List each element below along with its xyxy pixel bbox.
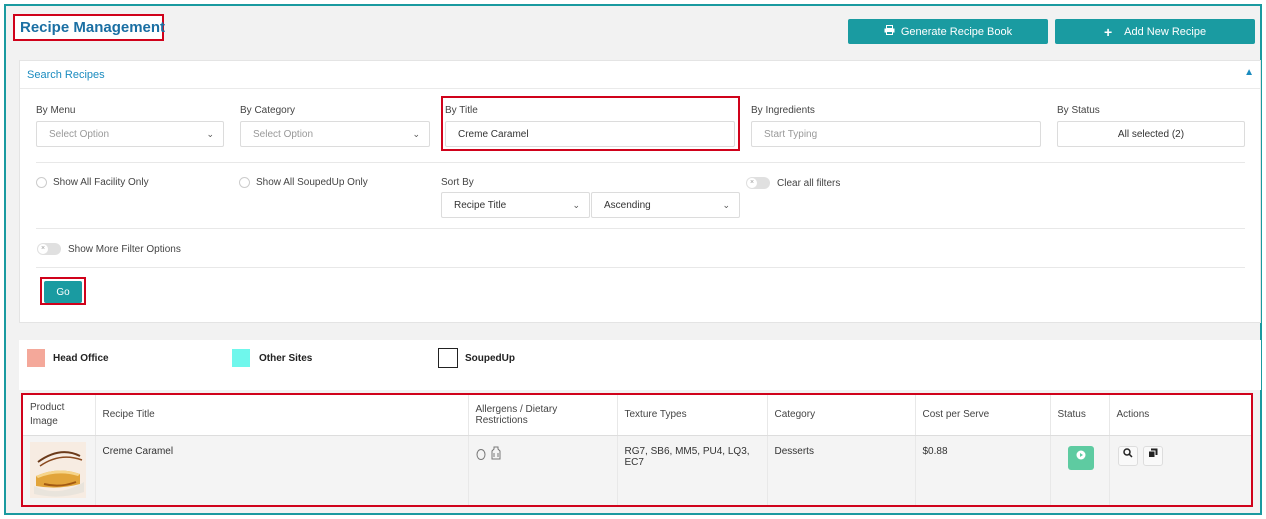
page-title-box: Recipe Management (13, 14, 166, 41)
by-ingredients-label: By Ingredients (751, 105, 815, 116)
product-image-cell (23, 435, 96, 505)
by-ingredients-placeholder: Start Typing (764, 128, 818, 140)
table-header-row: Product Image Recipe Title Allergens / D… (23, 395, 1251, 436)
show-soupedup-label: Show All SoupedUp Only (256, 177, 368, 188)
search-icon (1122, 447, 1133, 458)
by-category-label: By Category (240, 105, 296, 116)
show-facility-label: Show All Facility Only (53, 177, 149, 188)
col-header-actions[interactable]: Actions (1109, 395, 1251, 436)
head-office-label: Head Office (53, 353, 109, 364)
other-sites-label: Other Sites (259, 353, 313, 364)
head-office-swatch (27, 349, 45, 367)
by-title-label: By Title (445, 105, 478, 116)
actions-cell (1109, 435, 1251, 505)
by-ingredients-input[interactable]: Start Typing (751, 121, 1041, 147)
by-status-select[interactable]: All selected (2) (1057, 121, 1245, 147)
by-status-value: All selected (2) (1117, 128, 1185, 140)
allergens-cell (468, 435, 618, 505)
milk-icon (491, 446, 501, 463)
sort-order-select[interactable]: Ascending ⌄ (591, 192, 740, 218)
status-toggle-button[interactable] (1067, 445, 1094, 470)
printer-icon (884, 25, 895, 38)
legend (19, 340, 1261, 390)
view-button[interactable] (1117, 445, 1138, 466)
clear-filters-toggle[interactable]: × (746, 177, 770, 189)
search-panel-title: Search Recipes (27, 69, 105, 81)
generate-recipe-book-button[interactable]: Generate Recipe Book (848, 19, 1048, 44)
table-row[interactable]: Creme Caramel RG7, SB6, MM5, PU4, LQ3, E… (23, 435, 1251, 505)
chevron-down-icon: ⌄ (412, 129, 420, 139)
chevron-down-icon: ⌄ (206, 129, 214, 139)
close-icon: × (38, 244, 48, 254)
add-new-recipe-label: Add New Recipe (1124, 25, 1207, 38)
by-menu-placeholder: Select Option (49, 128, 110, 140)
recipe-table-highlight: Product Image Recipe Title Allergens / D… (21, 393, 1253, 507)
by-category-placeholder: Select Option (253, 128, 314, 140)
search-panel-header[interactable]: Search Recipes ▲ (20, 61, 1260, 89)
plus-icon: + (1103, 23, 1113, 40)
recipe-title-cell[interactable]: Creme Caramel (95, 435, 469, 505)
clear-filters-label: Clear all filters (777, 178, 841, 189)
col-header-allergens[interactable]: Allergens / Dietary Restrictions (468, 395, 618, 436)
go-button-label: Go (56, 286, 70, 298)
sort-order-value: Ascending (604, 199, 651, 211)
add-new-recipe-button[interactable]: + Add New Recipe (1055, 19, 1255, 44)
divider (36, 267, 1245, 268)
sort-field-select[interactable]: Recipe Title ⌄ (441, 192, 590, 218)
chevron-down-icon: ⌄ (722, 200, 730, 210)
chevron-up-icon[interactable]: ▲ (1244, 67, 1254, 78)
by-status-label: By Status (1057, 105, 1100, 116)
cost-per-serve-cell: $0.88 (915, 435, 1051, 505)
col-header-product-image[interactable]: Product Image (23, 395, 96, 436)
by-menu-label: By Menu (36, 105, 76, 116)
by-title-value: Creme Caramel (458, 128, 529, 140)
more-filters-toggle[interactable]: × (37, 243, 61, 255)
by-menu-select[interactable]: Select Option ⌄ (36, 121, 224, 147)
creme-caramel-image[interactable] (30, 441, 86, 498)
copy-icon (1147, 448, 1157, 458)
show-facility-radio[interactable] (36, 177, 47, 188)
col-header-status[interactable]: Status (1050, 395, 1110, 436)
more-filters-label: Show More Filter Options (68, 244, 181, 255)
by-category-select[interactable]: Select Option ⌄ (240, 121, 430, 147)
chevron-down-icon: ⌄ (572, 200, 580, 210)
col-header-cost-per-serve[interactable]: Cost per Serve (915, 395, 1051, 436)
sort-by-label: Sort By (441, 177, 474, 188)
close-icon: × (747, 178, 757, 188)
category-cell: Desserts (767, 435, 916, 505)
other-sites-swatch (232, 349, 250, 367)
egg-icon (476, 448, 489, 463)
page-title: Recipe Management (20, 19, 166, 36)
by-title-input[interactable]: Creme Caramel (445, 121, 735, 147)
divider (36, 228, 1245, 229)
generate-recipe-book-label: Generate Recipe Book (900, 25, 1013, 38)
play-circle-icon (1076, 450, 1085, 459)
go-button[interactable]: Go (44, 281, 82, 303)
status-cell (1050, 435, 1110, 505)
sort-field-value: Recipe Title (454, 199, 507, 211)
col-header-recipe-title[interactable]: Recipe Title (95, 395, 469, 436)
recipe-table: Product Image Recipe Title Allergens / D… (23, 395, 1251, 505)
copy-button[interactable] (1142, 445, 1163, 466)
soupedup-swatch (438, 348, 458, 368)
texture-types-cell: RG7, SB6, MM5, PU4, LQ3, EC7 (617, 435, 768, 505)
col-header-texture-types[interactable]: Texture Types (617, 395, 768, 436)
divider (36, 162, 1245, 163)
col-header-category[interactable]: Category (767, 395, 916, 436)
show-soupedup-radio[interactable] (239, 177, 250, 188)
soupedup-label: SoupedUp (465, 353, 515, 364)
